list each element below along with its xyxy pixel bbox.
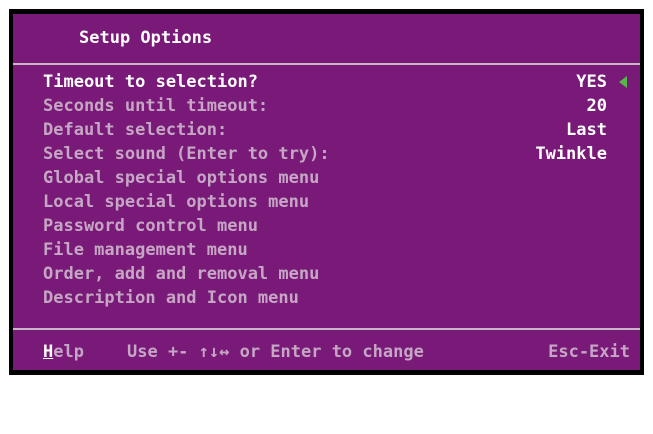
menu-item-file-management[interactable]: File management menu [13, 238, 640, 262]
footer-divider [13, 328, 640, 330]
footer-bar: Help Use +- ↑↓↔ or Enter to change Esc-E… [13, 334, 640, 370]
panel-title: Setup Options [79, 28, 213, 48]
setup-options-panel: Setup Options Timeout to selection? YES … [13, 14, 640, 370]
menu-item-label: Local special options menu [43, 192, 310, 212]
menu-item-global-special-options[interactable]: Global special options menu [13, 166, 640, 190]
menu-item-value: Last [566, 120, 607, 140]
exit-key[interactable]: Esc-Exit [548, 342, 630, 362]
menu-item-value: YES [576, 72, 607, 92]
menu-item-label: File management menu [43, 240, 248, 260]
menu-item-label: Password control menu [43, 216, 258, 236]
menu-item-order-add-removal[interactable]: Order, add and removal menu [13, 262, 640, 286]
menu-item-value: Twinkle [535, 144, 607, 164]
menu-item-label: Global special options menu [43, 168, 320, 188]
menu-item-password-control[interactable]: Password control menu [13, 214, 640, 238]
menu-item-timeout-to-selection[interactable]: Timeout to selection? YES [13, 70, 640, 94]
triangle-left-icon [619, 76, 627, 88]
menu-item-label: Timeout to selection? [43, 72, 258, 92]
screen-frame: Setup Options Timeout to selection? YES … [9, 9, 644, 375]
menu-item-value: 20 [586, 96, 607, 116]
menu-item-seconds-until-timeout[interactable]: Seconds until timeout: 20 [13, 94, 640, 118]
help-label-rest: elp [53, 342, 84, 362]
menu-item-select-sound[interactable]: Select sound (Enter to try): Twinkle [13, 142, 640, 166]
menu-item-label: Default selection: [43, 120, 228, 140]
help-hotkey: H [43, 342, 54, 362]
options-menu: Timeout to selection? YES Seconds until … [13, 70, 640, 310]
menu-item-label: Order, add and removal menu [43, 264, 320, 284]
menu-item-label: Select sound (Enter to try): [43, 144, 330, 164]
menu-item-description-icon[interactable]: Description and Icon menu [13, 286, 640, 310]
menu-item-local-special-options[interactable]: Local special options menu [13, 190, 640, 214]
help-key[interactable]: Help [43, 342, 84, 362]
menu-item-label: Description and Icon menu [43, 288, 299, 308]
key-hint: Use +- ↑↓↔ or Enter to change [127, 342, 424, 362]
menu-item-label: Seconds until timeout: [43, 96, 269, 116]
title-divider [13, 63, 640, 65]
title-bar: Setup Options [13, 14, 640, 64]
menu-item-default-selection[interactable]: Default selection: Last [13, 118, 640, 142]
